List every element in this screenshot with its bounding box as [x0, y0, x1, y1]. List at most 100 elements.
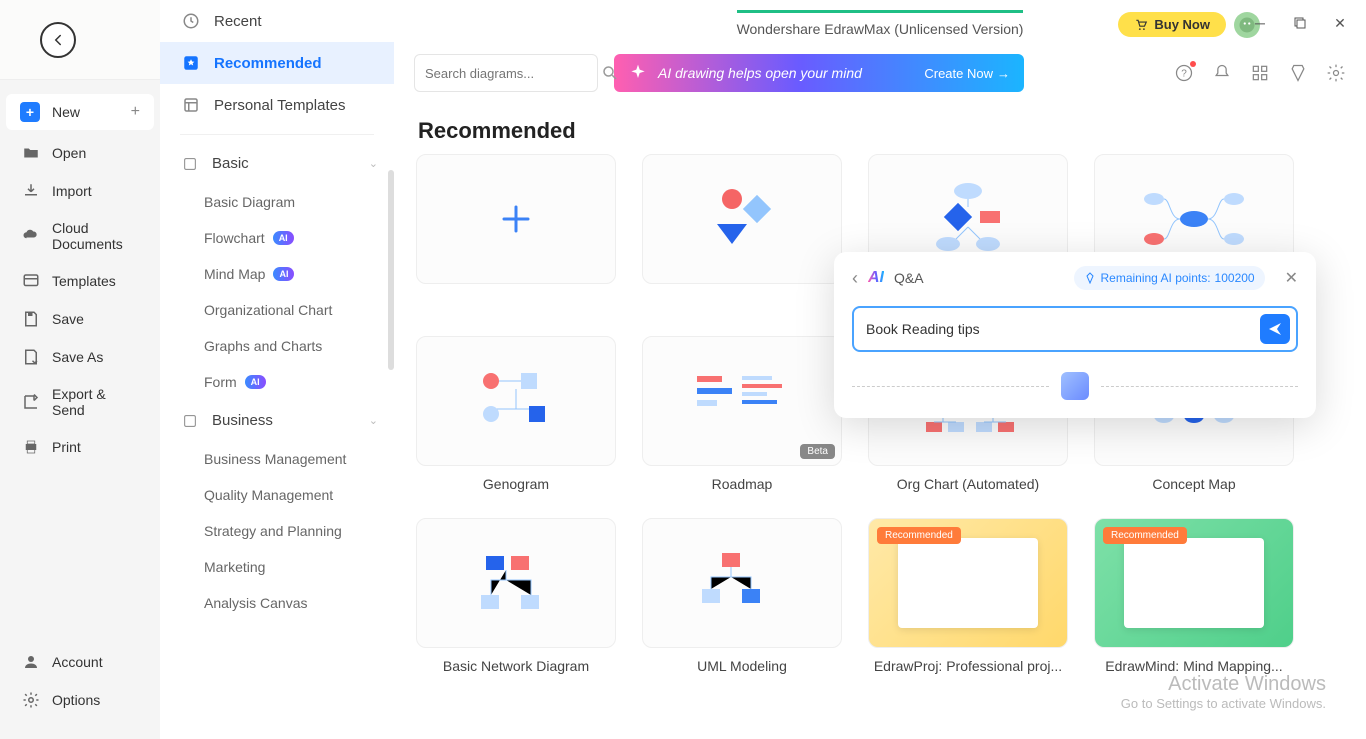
cat-item-label: Graphs and Charts	[204, 338, 322, 354]
template-label: EdrawMind: Mind Mapping...	[1094, 658, 1294, 674]
ai-banner-text: AI drawing helps open your mind	[658, 65, 862, 81]
recommended-badge: Recommended	[877, 527, 961, 544]
beta-badge: Beta	[800, 444, 835, 459]
templates-icon	[22, 272, 40, 290]
cat-item-label: Basic Diagram	[204, 194, 295, 210]
template-card[interactable]: UML Modeling	[642, 518, 842, 674]
qa-back-button[interactable]: ‹	[852, 268, 858, 289]
template-card[interactable]: Genogram	[416, 336, 616, 492]
cat-item-analysis-canvas[interactable]: Analysis Canvas	[160, 585, 394, 621]
cat-item-marketing[interactable]: Marketing	[160, 549, 394, 585]
app-title: Wondershare EdrawMax (Unlicensed Version…	[737, 10, 1024, 37]
cat-item-mind-map[interactable]: Mind MapAI	[160, 256, 394, 292]
template-card[interactable]: Recommended EdrawProj: Professional proj.…	[868, 518, 1068, 674]
qa-send-button[interactable]	[1260, 314, 1290, 344]
bot-avatar-icon	[1061, 372, 1089, 400]
cat-item-label: Business Management	[204, 451, 346, 467]
ai-badge: AI	[273, 267, 294, 281]
cat-label: Personal Templates	[214, 97, 345, 114]
star-icon	[182, 54, 200, 72]
svg-text:?: ?	[1181, 68, 1187, 79]
cat-item-organizational-chart[interactable]: Organizational Chart	[160, 292, 394, 328]
template-thumb: Recommended	[1094, 518, 1294, 648]
settings-button[interactable]	[1326, 63, 1346, 83]
minimize-button[interactable]: ─	[1240, 3, 1280, 43]
cat-recent[interactable]: Recent	[160, 0, 394, 42]
cat-item-strategy-and-planning[interactable]: Strategy and Planning	[160, 513, 394, 549]
search-box[interactable]	[414, 54, 598, 92]
theme-button[interactable]	[1288, 63, 1308, 83]
ai-qa-popup: ‹ AI Q&A Remaining AI points: 100200 ✕	[834, 252, 1316, 418]
template-card[interactable]: Basic Network Diagram	[416, 518, 616, 674]
template-card[interactable]: Recommended EdrawMind: Mind Mapping...	[1094, 518, 1294, 674]
new-label: New	[52, 104, 80, 120]
cloud-label: Cloud Documents	[52, 220, 138, 252]
buy-now-button[interactable]: Buy Now	[1118, 12, 1226, 37]
import-icon	[22, 182, 40, 200]
ai-banner[interactable]: AI drawing helps open your mind Create N…	[614, 54, 1024, 92]
saveas-label: Save As	[52, 349, 103, 365]
cat-recommended[interactable]: Recommended	[160, 42, 394, 84]
search-input[interactable]	[425, 66, 601, 81]
save-as-icon	[22, 348, 40, 366]
help-button[interactable]: ?	[1174, 63, 1194, 83]
template-card[interactable]	[416, 154, 616, 310]
sidebar-item-saveas[interactable]: Save As	[0, 338, 160, 376]
sidebar-item-cloud[interactable]: Cloud Documents	[0, 210, 160, 262]
close-button[interactable]: ✕	[1320, 3, 1360, 43]
plus-icon: +	[131, 103, 140, 121]
qa-input-container	[852, 306, 1298, 352]
print-icon	[22, 438, 40, 456]
qa-points-label: Remaining AI points:	[1100, 271, 1210, 285]
cat-item-flowchart[interactable]: FlowchartAI	[160, 220, 394, 256]
sidebar-header	[0, 0, 160, 80]
qa-points-value: 100200	[1215, 271, 1255, 285]
sidebar-item-new[interactable]: + New +	[6, 94, 154, 130]
chevron-down-icon: ⌄	[369, 414, 378, 427]
qa-close-button[interactable]: ✕	[1285, 268, 1298, 288]
ai-badge: AI	[245, 375, 266, 389]
section-title: Recommended	[394, 104, 1366, 154]
sidebar-item-options[interactable]: Options	[0, 681, 160, 719]
cat-header-label: Business	[212, 412, 273, 429]
toolbar: AI drawing helps open your mind Create N…	[394, 46, 1366, 104]
maximize-button[interactable]	[1280, 3, 1320, 43]
cat-item-form[interactable]: FormAI	[160, 364, 394, 400]
apps-button[interactable]	[1250, 63, 1270, 83]
cat-item-graphs-and-charts[interactable]: Graphs and Charts	[160, 328, 394, 364]
cat-item-business-management[interactable]: Business Management	[160, 441, 394, 477]
qa-points-badge[interactable]: Remaining AI points: 100200	[1074, 266, 1264, 290]
qa-input[interactable]	[866, 321, 1260, 337]
cloud-icon	[22, 227, 40, 245]
cat-item-label: Organizational Chart	[204, 302, 332, 318]
template-label: EdrawProj: Professional proj...	[868, 658, 1068, 674]
sparkle-icon	[628, 63, 648, 83]
sidebar-item-account[interactable]: Account	[0, 643, 160, 681]
save-label: Save	[52, 311, 84, 327]
clock-icon	[182, 12, 200, 30]
sidebar-item-open[interactable]: Open	[0, 134, 160, 172]
template-thumb	[416, 336, 616, 466]
cat-item-label: Marketing	[204, 559, 265, 575]
templates-grid: AIBasic FlowchartAIMind MapGenogramBetaR…	[394, 154, 1366, 714]
template-thumb	[416, 154, 616, 284]
template-card[interactable]	[642, 154, 842, 310]
cat-personal[interactable]: Personal Templates	[160, 84, 394, 126]
sidebar-item-print[interactable]: Print	[0, 428, 160, 466]
cat-item-basic-diagram[interactable]: Basic Diagram	[160, 184, 394, 220]
sidebar-item-save[interactable]: Save	[0, 300, 160, 338]
cat-header-label: Basic	[212, 155, 249, 172]
print-label: Print	[52, 439, 81, 455]
title-bar: Wondershare EdrawMax (Unlicensed Version…	[394, 0, 1366, 46]
template-thumb	[642, 518, 842, 648]
cat-header-basic[interactable]: Basic⌄	[160, 143, 394, 184]
sidebar-item-export[interactable]: Export & Send	[0, 376, 160, 428]
sidebar-item-import[interactable]: Import	[0, 172, 160, 210]
template-card[interactable]: BetaRoadmap	[642, 336, 842, 492]
sidebar-item-templates[interactable]: Templates	[0, 262, 160, 300]
cat-header-business[interactable]: Business ⌄	[160, 400, 394, 441]
bell-button[interactable]	[1212, 63, 1232, 83]
back-button[interactable]	[40, 22, 76, 58]
cat-item-quality-management[interactable]: Quality Management	[160, 477, 394, 513]
template-label: Basic Network Diagram	[416, 658, 616, 674]
